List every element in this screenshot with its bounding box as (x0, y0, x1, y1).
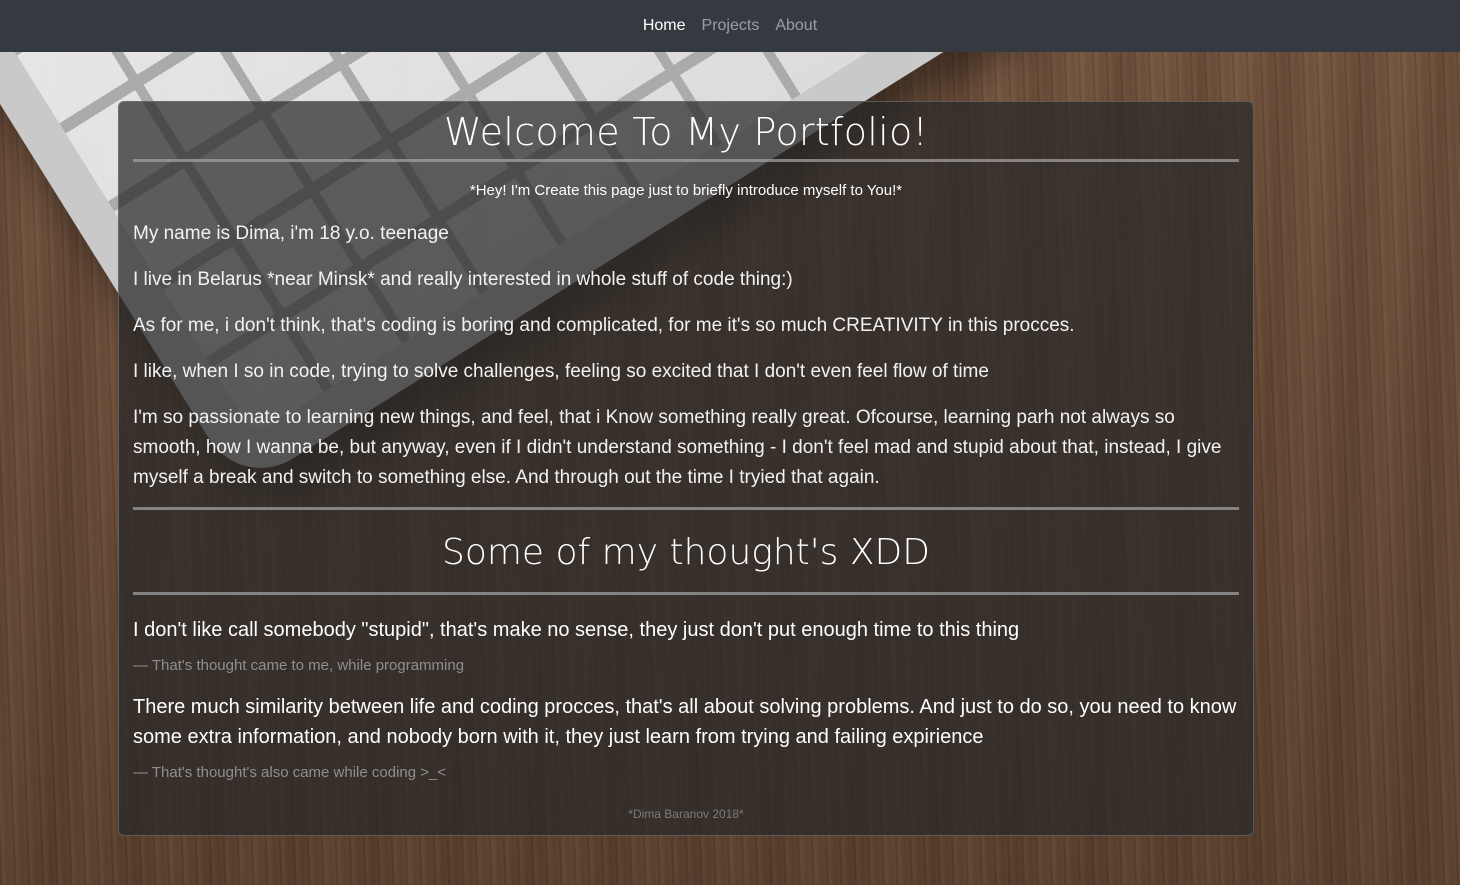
quote-block: I don't like call somebody "stupid", tha… (133, 615, 1239, 674)
intro-text: *Hey! I'm Create this page just to brief… (469, 182, 903, 199)
title-divider (133, 159, 1239, 162)
nav-home-link[interactable]: Home (643, 17, 686, 35)
nav-about-link[interactable]: About (775, 17, 817, 35)
quote-cite: — That's thought came to me, while progr… (133, 657, 465, 674)
bio-paragraph: I like, when I so in code, trying to sol… (133, 361, 989, 382)
thoughts-title: Some of my thought's XDD (441, 532, 930, 573)
bio-paragraph: My name is Dima, i'm 18 y.o. teenage (133, 223, 449, 244)
quote-cite: — That's thought's also came while codin… (133, 764, 447, 781)
nav-projects-link[interactable]: Projects (702, 17, 760, 35)
bio-paragraph: I'm so passionate to learning new things… (133, 407, 1222, 488)
bio-paragraph: I live in Belarus *near Minsk* and reall… (133, 269, 793, 290)
page-title: Welcome To My Portfolio! (443, 110, 929, 154)
thoughts-divider (133, 592, 1239, 595)
top-navbar: Home Projects About (0, 0, 1460, 52)
footer-credit: *Dima Baranov 2018* (628, 807, 744, 821)
quote-text: I don't like call somebody "stupid", tha… (133, 619, 1020, 641)
portfolio-card: Welcome To My Portfolio! *Hey! I'm Creat… (118, 101, 1254, 836)
quote-text: There much similarity between life and c… (133, 696, 1237, 748)
bio-paragraph: As for me, i don't think, that's coding … (133, 315, 1075, 336)
section-divider (133, 507, 1239, 510)
quote-block: There much similarity between life and c… (133, 692, 1239, 781)
